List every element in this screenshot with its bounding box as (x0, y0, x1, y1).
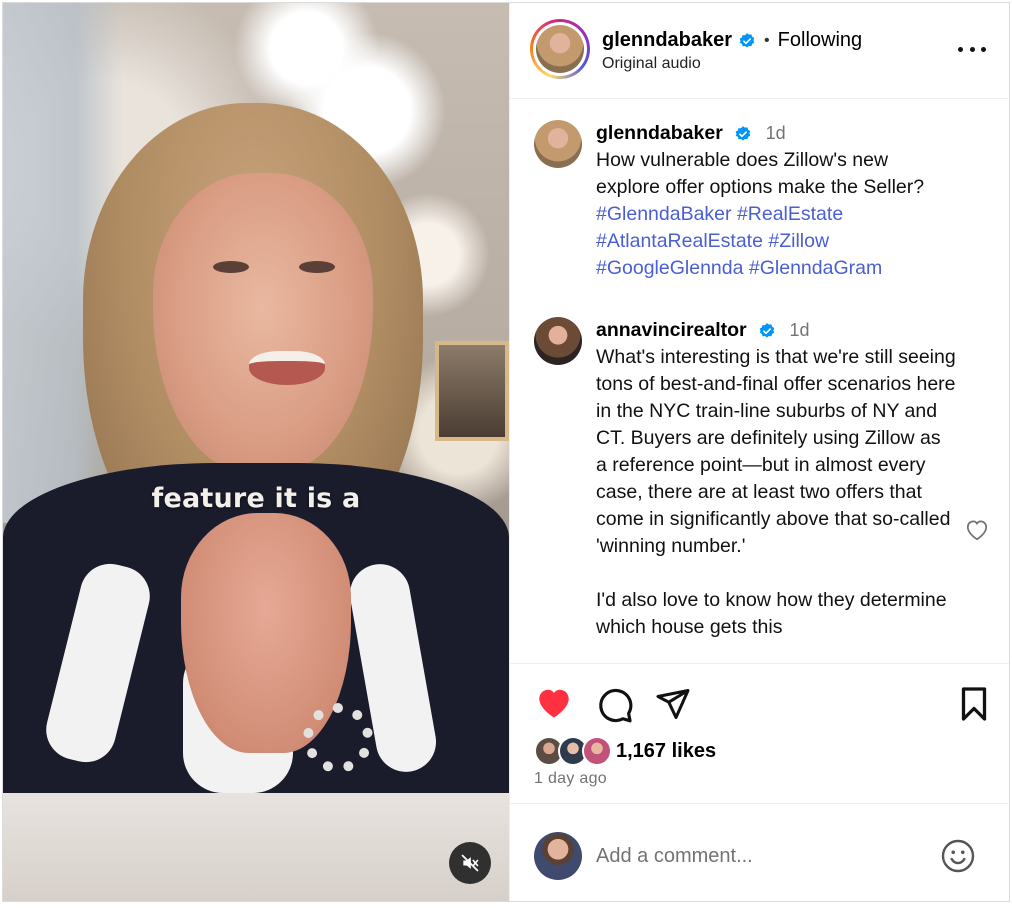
comment-body: glenndabaker 1d How vulnerable does Zill… (596, 120, 956, 282)
caption-comment: glenndabaker 1d How vulnerable does Zill… (534, 120, 994, 300)
video-person-eye (213, 261, 249, 273)
following-button[interactable]: Following (778, 29, 862, 52)
video-caption: feature it is a (151, 483, 361, 514)
speaker-muted-icon (461, 854, 479, 872)
more-horizontal-icon (981, 46, 986, 52)
reel-video[interactable]: feature it is a (3, 3, 509, 901)
comment-composer (510, 803, 1009, 901)
current-user-avatar (534, 832, 582, 880)
video-person-eye (299, 261, 335, 273)
author-username[interactable]: glenndabaker (602, 29, 732, 52)
hashtag-link[interactable]: #GlenndaGram (749, 257, 882, 279)
bookmark-icon[interactable] (958, 686, 990, 722)
comment-text: What's interesting is that we're still s… (596, 346, 956, 638)
hashtag-link[interactable]: #Zillow (768, 230, 829, 252)
emoji-smile-icon[interactable] (940, 838, 976, 874)
verified-badge-icon (739, 32, 755, 48)
hashtag-list: #GlenndaBaker #RealEstate #AtlantaRealEs… (596, 201, 956, 282)
hashtag-link[interactable]: #AtlantaRealEstate (596, 230, 763, 252)
video-person-mouth (249, 351, 325, 385)
more-options-button[interactable] (958, 39, 986, 59)
comment-age[interactable]: 1d (766, 123, 786, 143)
comment-icon[interactable] (596, 686, 634, 724)
post-header: glenndabaker • Following Original audio (510, 3, 1009, 99)
mute-toggle-button[interactable] (449, 842, 491, 884)
more-horizontal-icon (969, 46, 975, 52)
author-avatar[interactable] (536, 25, 584, 73)
hashtag-link[interactable]: #RealEstate (737, 203, 843, 225)
liker-avatar (582, 736, 612, 766)
hashtag-link[interactable]: #GlenndaBaker (596, 203, 732, 225)
post-details-panel: glenndabaker • Following Original audio … (509, 3, 1009, 901)
liked-by-avatars[interactable] (534, 736, 614, 768)
post-actions: 1,167 likes 1 day ago (510, 663, 1009, 803)
hashtag-link[interactable]: #GoogleGlennda (596, 257, 743, 279)
post-modal: feature it is a glenndabaker • Following… (2, 2, 1010, 902)
post-timestamp[interactable]: 1 day ago (534, 770, 607, 788)
comment-age[interactable]: 1d (789, 320, 809, 340)
add-comment-input[interactable] (596, 840, 916, 872)
commenter-avatar[interactable] (534, 120, 582, 168)
heart-filled-icon[interactable] (534, 684, 574, 720)
comment-text: How vulnerable does Zillow's new explore… (596, 149, 925, 198)
commenter-username[interactable]: annavincirealtor (596, 319, 747, 341)
more-horizontal-icon (958, 46, 963, 52)
video-person-bracelet (303, 703, 373, 773)
comments-list[interactable]: glenndabaker 1d How vulnerable does Zill… (510, 100, 1009, 662)
verified-badge-icon (735, 125, 751, 141)
commenter-avatar[interactable] (534, 317, 582, 365)
video-picture-frame (435, 341, 509, 441)
share-paper-plane-icon[interactable] (655, 686, 691, 722)
video-table (3, 793, 509, 901)
verified-badge-icon (759, 322, 775, 338)
comment-like-heart-icon[interactable] (964, 517, 990, 541)
video-person-face (153, 173, 373, 473)
comment-body: annavincirealtor 1d What's interesting i… (596, 317, 956, 641)
likes-count[interactable]: 1,167 likes (616, 740, 716, 763)
author-story-ring[interactable] (530, 19, 590, 79)
separator-dot: • (764, 31, 770, 49)
original-audio-link[interactable]: Original audio (602, 55, 701, 73)
author-row: glenndabaker • Following (602, 29, 862, 52)
comment-item: annavincirealtor 1d What's interesting i… (534, 317, 994, 662)
commenter-username[interactable]: glenndabaker (596, 122, 723, 144)
